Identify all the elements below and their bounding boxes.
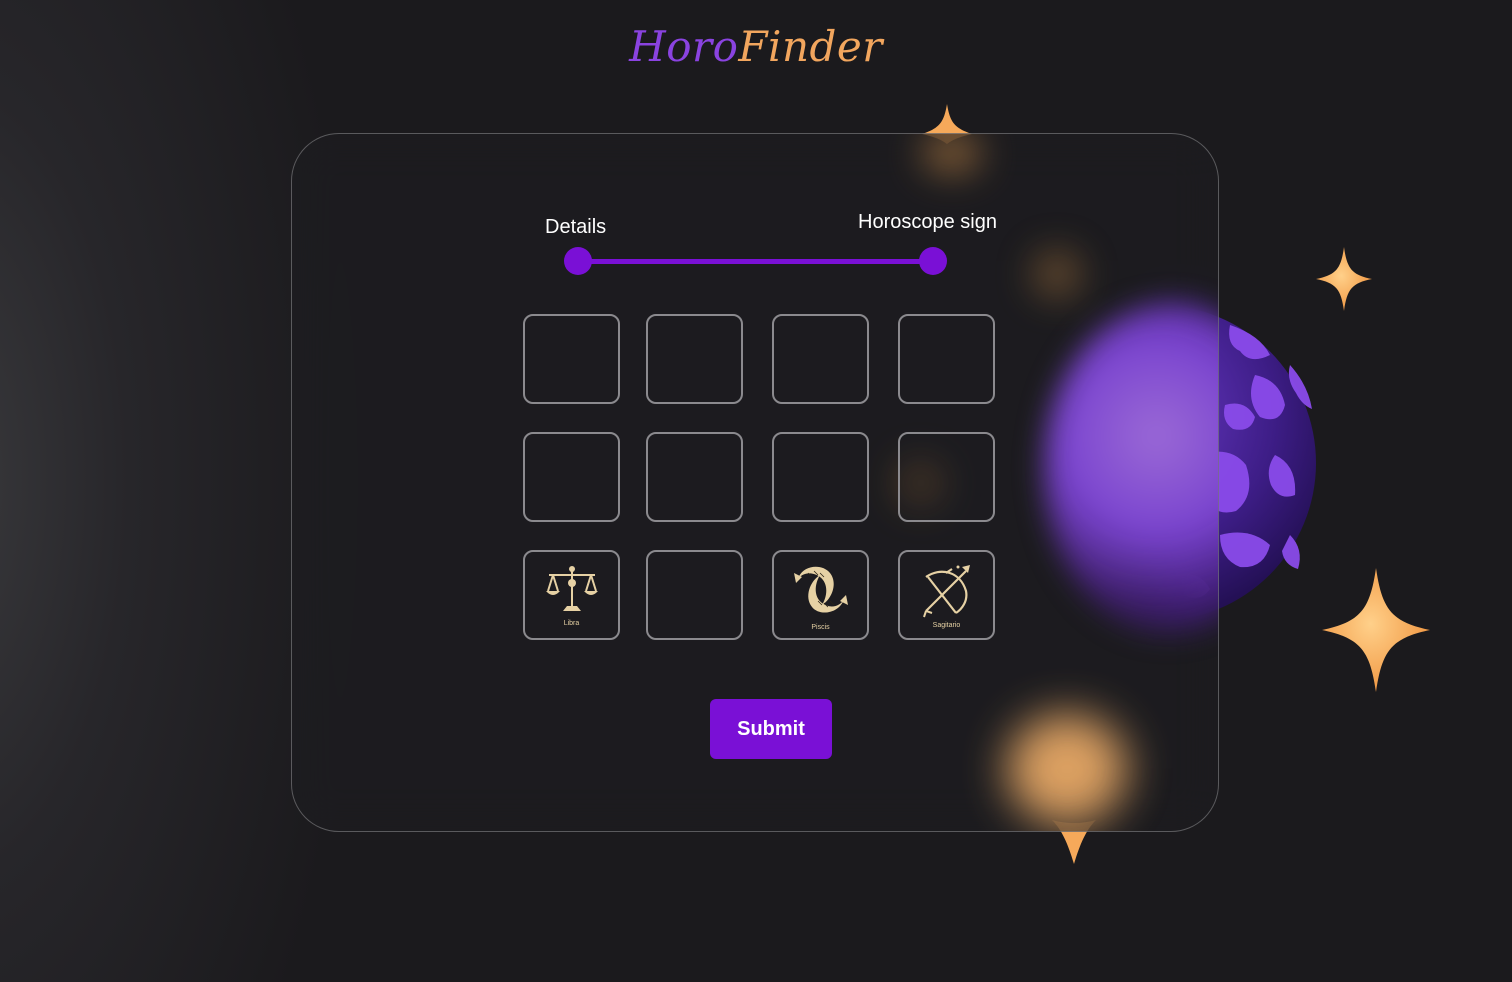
stepper-track [578,259,933,264]
horoscope-form-card: Details Horoscope sign Libra Piscis Sagi… [291,133,1219,832]
sign-tile[interactable] [523,314,620,404]
step-dot-details[interactable] [564,247,592,275]
sign-name-pisces: Piscis [811,624,830,631]
sign-tile[interactable] [646,432,743,522]
sparkle-icon [1316,247,1372,311]
planet-blur-decoration [1044,304,1218,634]
sign-tile[interactable] [646,314,743,404]
step-dot-horoscope-sign[interactable] [919,247,947,275]
sign-name-sagittarius: Sagitario [932,622,961,629]
logo-text-horo: Horo [629,22,739,71]
sign-name-libra: Libra [563,620,580,627]
logo-text-finder: Finder [738,22,883,71]
sign-tile[interactable] [646,550,743,640]
sign-tile-libra[interactable]: Libra [523,550,620,640]
sign-tile[interactable] [772,432,869,522]
step-label-horoscope-sign: Horoscope sign [858,211,997,233]
sparkle-blur-decoration [1007,714,1127,824]
sparkle-icon [1322,568,1430,692]
sign-tile[interactable] [772,314,869,404]
step-label-details: Details [545,216,607,238]
libra-icon [545,566,598,611]
app-logo: HoroFinder [0,22,1512,71]
sign-tile[interactable] [898,432,995,522]
sign-tile-sagittarius[interactable]: Sagitario [898,550,995,640]
sign-tile-pisces[interactable]: Piscis [772,550,869,640]
submit-button[interactable]: Submit [710,699,832,759]
sagittarius-icon [922,565,970,618]
sign-tile[interactable] [898,314,995,404]
sparkle-blur-decoration [922,134,982,174]
pisces-icon [793,566,848,613]
sparkle-blur-decoration [1032,249,1082,299]
sign-tile[interactable] [523,432,620,522]
